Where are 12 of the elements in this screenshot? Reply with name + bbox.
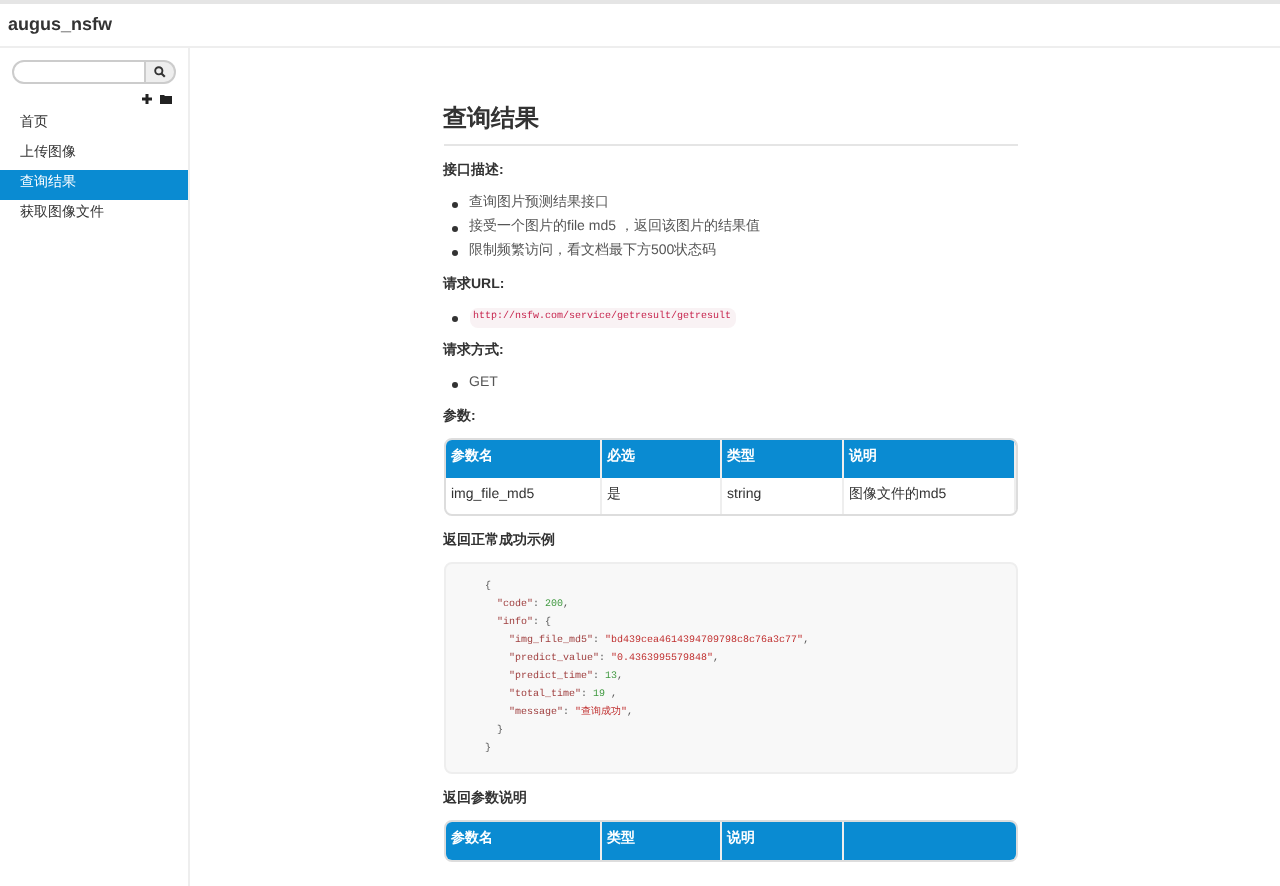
bullet-icon [451, 201, 457, 207]
folder-icon[interactable] [160, 94, 172, 104]
bullet-icon [451, 249, 457, 255]
page-title: 查询结果 [443, 104, 541, 136]
search-icon [154, 66, 166, 78]
bullet-icon [451, 225, 457, 231]
search-button[interactable] [146, 60, 176, 84]
site-title: augus_nsfw [8, 11, 113, 38]
bullet-icon [451, 381, 457, 387]
search-field[interactable] [12, 60, 146, 84]
bullet-icon [451, 315, 457, 321]
plus-icon[interactable] [142, 94, 152, 104]
